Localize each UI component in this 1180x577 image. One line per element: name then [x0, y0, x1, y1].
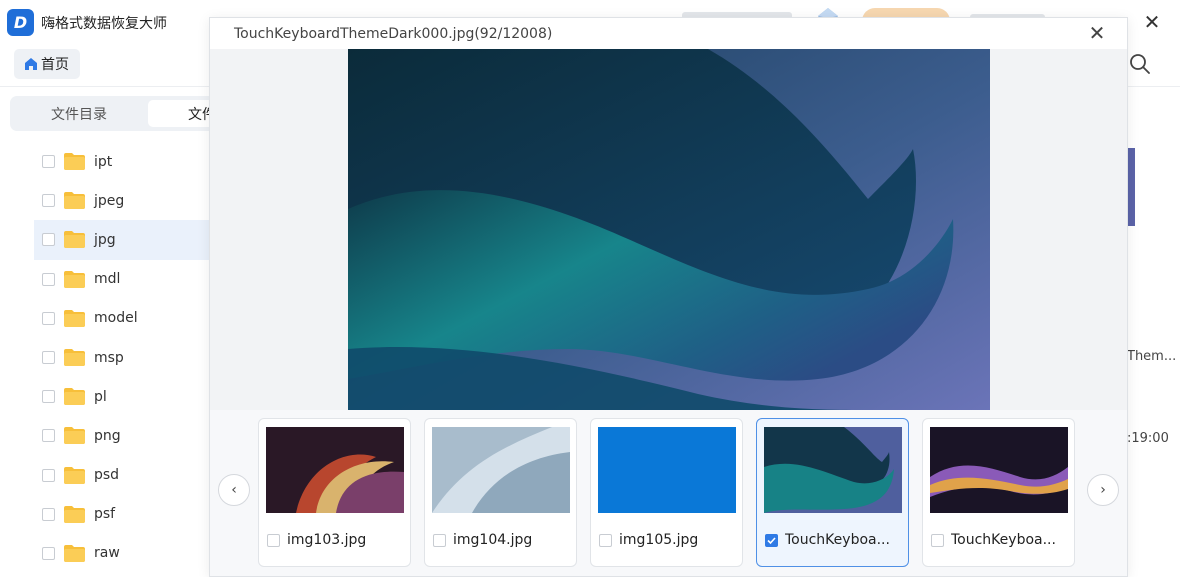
thumbnail-image — [764, 427, 902, 513]
thumbnail-card-active[interactable]: TouchKeyboa... — [756, 418, 909, 567]
chevron-left-icon[interactable]: ‹ — [218, 474, 250, 506]
preview-area — [210, 49, 1127, 410]
tree-checkbox[interactable] — [42, 155, 55, 169]
folder-tree: ipt jpeg jpg mdl model msp pl png psd psf raw — [0, 142, 210, 573]
folder-icon — [64, 309, 85, 327]
tree-item-ipt[interactable]: ipt — [0, 142, 210, 181]
tree-item-raw[interactable]: raw — [0, 534, 210, 573]
thumbnail-image — [432, 427, 570, 513]
tree-item-psf[interactable]: psf — [0, 495, 210, 534]
thumbnail-label: img104.jpg — [453, 532, 533, 548]
thumbnail-label: img103.jpg — [287, 532, 367, 548]
tree-item-label: jpeg — [94, 192, 125, 209]
folder-icon — [64, 388, 85, 406]
tree-item-label: png — [94, 427, 121, 444]
tree-item-label: psf — [94, 506, 116, 523]
close-icon[interactable]: ✕ — [1086, 21, 1108, 45]
thumbnail-checkbox[interactable] — [433, 534, 446, 547]
thumbnail-card[interactable]: img103.jpg — [258, 418, 411, 567]
thumbnail-strip: ‹ img103.jpg img104.jpg img105.jpg Touch… — [210, 410, 1127, 576]
obscured-thumbnail — [1127, 148, 1135, 226]
home-label: 首页 — [41, 57, 69, 73]
tree-checkbox[interactable] — [42, 194, 55, 208]
tree-checkbox[interactable] — [42, 390, 55, 404]
search-icon[interactable] — [1128, 52, 1152, 76]
folder-icon — [64, 153, 85, 171]
folder-icon — [64, 231, 85, 249]
tree-checkbox[interactable] — [42, 351, 55, 365]
thumbnail-label: TouchKeyboa... — [951, 532, 1056, 548]
folder-icon — [64, 427, 85, 445]
home-icon — [25, 58, 37, 70]
tree-item-png[interactable]: png — [0, 416, 210, 455]
tree-checkbox[interactable] — [42, 311, 55, 325]
tab-file-directory[interactable]: 文件目录 — [10, 96, 148, 131]
tree-item-psd[interactable]: psd — [0, 456, 210, 495]
preview-image — [348, 49, 990, 410]
view-switcher: 文件目录 文件 — [10, 96, 220, 131]
tree-item-msp[interactable]: msp — [0, 338, 210, 377]
thumbnail-image — [266, 427, 404, 513]
tree-checkbox[interactable] — [42, 272, 55, 286]
app-name: 嗨格式数据恢复大师 — [41, 16, 167, 32]
chevron-right-icon[interactable]: › — [1087, 474, 1119, 506]
tree-item-label: pl — [94, 388, 107, 405]
thumbnail-label: TouchKeyboa... — [785, 532, 890, 548]
folder-icon — [64, 505, 85, 523]
thumbnail-image — [930, 427, 1068, 513]
checked-checkbox[interactable] — [765, 534, 778, 547]
tree-checkbox[interactable] — [42, 233, 55, 247]
tree-item-label: raw — [94, 545, 120, 562]
thumbnail-checkbox[interactable] — [599, 534, 612, 547]
tree-item-label: msp — [94, 349, 124, 366]
tree-item-pl[interactable]: pl — [0, 377, 210, 416]
thumbnail-checkbox[interactable] — [267, 534, 280, 547]
thumbnail-image — [598, 427, 736, 513]
thumbnail-label: img105.jpg — [619, 532, 699, 548]
tree-item-mdl[interactable]: mdl — [0, 260, 210, 299]
tree-item-label: model — [94, 310, 138, 327]
obscured-filename: Them... — [1127, 349, 1177, 364]
folder-icon — [64, 466, 85, 484]
thumbnail-card[interactable]: img104.jpg — [424, 418, 577, 567]
tree-item-label: psd — [94, 467, 120, 484]
tree-item-label: mdl — [94, 271, 121, 288]
obscured-timestamp: :19:00 — [1127, 431, 1169, 446]
window-close-icon[interactable]: ✕ — [1138, 8, 1166, 36]
tree-item-jpg[interactable]: jpg — [34, 220, 210, 260]
folder-icon — [64, 544, 85, 562]
home-button[interactable]: 首页 — [14, 49, 80, 79]
tree-item-label: jpg — [94, 231, 116, 248]
folder-icon — [64, 349, 85, 367]
tree-item-label: ipt — [94, 153, 113, 170]
tree-checkbox[interactable] — [42, 429, 55, 443]
tree-checkbox[interactable] — [42, 507, 55, 521]
folder-icon — [64, 270, 85, 288]
tree-checkbox[interactable] — [42, 546, 55, 560]
thumbnail-card[interactable]: img105.jpg — [590, 418, 743, 567]
image-preview-dialog: TouchKeyboardThemeDark000.jpg(92/12008) … — [209, 17, 1128, 577]
tree-item-jpeg[interactable]: jpeg — [0, 181, 210, 220]
thumbnail-card[interactable]: TouchKeyboa... — [922, 418, 1075, 567]
tree-checkbox[interactable] — [42, 468, 55, 482]
folder-icon — [64, 192, 85, 210]
preview-title: TouchKeyboardThemeDark000.jpg(92/12008) — [234, 26, 553, 42]
tree-item-model[interactable]: model — [0, 299, 210, 338]
thumbnail-checkbox[interactable] — [931, 534, 944, 547]
app-logo-icon: D — [7, 9, 34, 36]
